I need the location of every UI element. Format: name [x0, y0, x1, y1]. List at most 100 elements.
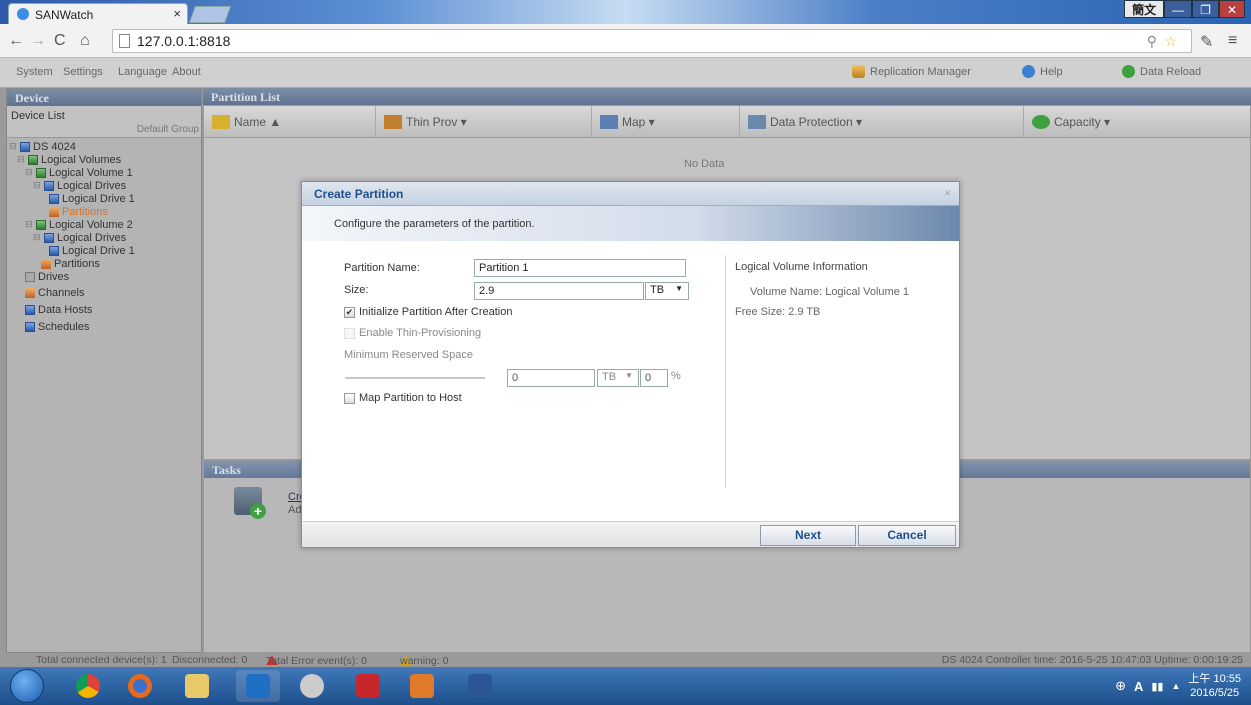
reserved-value-input[interactable]: 0 [507, 369, 595, 387]
column-name[interactable]: Name ▲ [204, 106, 376, 138]
new-tab-button[interactable] [188, 6, 232, 23]
home-icon[interactable]: ⌂ [80, 32, 90, 50]
tree-item-logical-drives-2[interactable]: ⊟ Logical Drives [33, 231, 126, 244]
capacity-icon [1032, 115, 1050, 129]
data-protection-icon [748, 115, 766, 129]
tree-item-ds4024[interactable]: ⊟ DS 4024 [9, 140, 76, 153]
partition-name-input[interactable]: Partition 1 [474, 259, 686, 277]
tray-network-icon[interactable]: ⊕ [1115, 678, 1126, 694]
tree-label: Channels [38, 286, 85, 299]
taskbar-paint[interactable] [290, 670, 334, 702]
tree-label: Logical Drives [57, 231, 127, 244]
menu-system[interactable]: System [16, 66, 53, 78]
tree-item-logical-volume-1[interactable]: ⊟ Logical Volume 1 [25, 166, 133, 179]
device-list-label: Device List [11, 110, 65, 122]
error-label: Total Error event(s): 0 [266, 655, 367, 667]
menu-settings[interactable]: Settings [63, 66, 103, 78]
browser-tab[interactable]: SANWatch × [8, 3, 188, 24]
clock-date: 2016/5/25 [1190, 687, 1240, 699]
taskbar-remote[interactable] [400, 670, 444, 702]
column-capacity[interactable]: Capacity ▾ [1024, 106, 1250, 138]
cancel-button[interactable]: Cancel [858, 525, 956, 546]
paint-icon [300, 674, 324, 698]
help-button[interactable]: Help [1022, 65, 1063, 78]
tab-close-icon[interactable]: × [173, 6, 181, 21]
tree-item-partitions-1[interactable]: Partitions [49, 205, 108, 218]
forward-arrow-icon[interactable]: → [30, 32, 46, 50]
tray-flag-icon[interactable]: ▮▮ [1151, 680, 1163, 693]
map-partition-label: Map Partition to Host [359, 392, 462, 404]
system-tray: ⊕ A ▮▮ ▲ 上午 10:55 2016/5/25 [1115, 667, 1251, 705]
tree-item-logical-drive-1b[interactable]: Logical Drive 1 [49, 244, 135, 257]
tree-item-data-hosts[interactable]: Data Hosts [25, 303, 92, 316]
tree-item-schedules[interactable]: Schedules [25, 320, 89, 333]
firefox-icon [128, 674, 152, 698]
taskbar-word[interactable] [458, 670, 502, 702]
device-list-header[interactable]: Device List Default Group [7, 106, 201, 138]
empty-message: No Data [684, 158, 725, 170]
clock[interactable]: 上午 10:55 2016/5/25 [1188, 672, 1241, 700]
column-map[interactable]: Map ▾ [592, 106, 740, 138]
menu-language[interactable]: Language [118, 66, 167, 78]
size-label: Size: [344, 284, 369, 296]
taskbar-outlook[interactable] [236, 670, 280, 702]
bookmark-star-icon[interactable]: ☆ [1164, 33, 1177, 50]
thin-provisioning-checkbox[interactable] [344, 328, 355, 339]
reload-icon[interactable]: C [54, 32, 66, 50]
taskbar-firefox[interactable] [118, 670, 162, 702]
tree-label: Logical Drive 1 [62, 192, 135, 205]
tree-label: Logical Drive 1 [62, 244, 135, 257]
tree-label: Schedules [38, 320, 90, 333]
tree-item-partitions-2[interactable]: Partitions [41, 257, 100, 270]
size-unit-select[interactable]: TB ▼ [645, 282, 689, 300]
dialog-close-icon[interactable]: × [944, 186, 951, 200]
next-button[interactable]: Next [760, 525, 856, 546]
initialize-partition-label: Initialize Partition After Creation [359, 306, 513, 318]
dropdown-arrow-icon: ▼ [625, 371, 633, 380]
tree-item-logical-drives-1[interactable]: ⊟ Logical Drives [33, 179, 126, 192]
reserved-percent-input[interactable]: 0 [640, 369, 668, 387]
column-label: Capacity ▾ [1054, 115, 1111, 129]
minimize-button[interactable]: — [1164, 0, 1193, 18]
channels-icon [25, 287, 35, 298]
dialog-title-bar: Create Partition × [302, 182, 959, 206]
address-bar-row: ← → C ⌂ 127.0.0.1:8818 ⚲ ☆ ✎ ≡ [0, 24, 1251, 58]
dialog-description: Configure the parameters of the partitio… [334, 218, 535, 230]
taskbar-chrome[interactable] [66, 670, 110, 702]
back-arrow-icon[interactable]: ← [8, 32, 24, 50]
taskbar-explorer[interactable] [175, 670, 219, 702]
tray-ime-indicator[interactable]: A [1134, 679, 1143, 694]
tray-expand-icon[interactable]: ▲ [1171, 681, 1180, 691]
tree-item-logical-volumes[interactable]: ⊟ Logical Volumes [17, 153, 121, 166]
dialog-footer: Next Cancel [302, 521, 959, 547]
tree-label: Drives [38, 270, 70, 283]
taskbar-acrobat[interactable] [346, 670, 390, 702]
maximize-button[interactable]: ❐ [1192, 0, 1219, 18]
column-data-protection[interactable]: Data Protection ▾ [740, 106, 1024, 138]
size-input[interactable]: 2.9 [474, 282, 644, 300]
map-partition-checkbox[interactable] [344, 393, 355, 404]
column-label: Name ▲ [234, 115, 282, 129]
column-thin-prov[interactable]: Thin Prov ▾ [376, 106, 592, 138]
ime-indicator[interactable]: 簡文 [1124, 0, 1165, 18]
tree-label: Logical Volumes [41, 153, 122, 166]
start-button[interactable] [10, 669, 44, 703]
menu-about[interactable]: About [172, 66, 201, 78]
tree-item-logical-volume-2[interactable]: ⊟ Logical Volume 2 [25, 218, 133, 231]
close-window-button[interactable]: ✕ [1218, 0, 1245, 18]
initialize-partition-checkbox[interactable]: ✔ [344, 307, 355, 318]
create-partition-task-icon[interactable] [234, 487, 266, 519]
tree-item-logical-drive-1a[interactable]: Logical Drive 1 [49, 192, 135, 205]
tree-item-channels[interactable]: Channels [25, 286, 84, 299]
extension-icon[interactable]: ✎ [1200, 32, 1213, 52]
reserved-unit-select[interactable]: TB ▼ [597, 369, 639, 387]
data-reload-button[interactable]: Data Reload [1122, 65, 1201, 78]
chrome-menu-icon[interactable]: ≡ [1228, 32, 1237, 50]
disconnected-count: Disconnected: 0 [172, 654, 248, 666]
replication-manager-button[interactable]: Replication Manager [852, 65, 971, 78]
reload-data-icon [1122, 65, 1135, 78]
url-input[interactable]: 127.0.0.1:8818 ⚲ ☆ [112, 29, 1192, 53]
zoom-icon[interactable]: ⚲ [1147, 33, 1157, 50]
reserved-space-slider[interactable] [345, 377, 485, 379]
tree-item-drives[interactable]: Drives [25, 270, 69, 283]
